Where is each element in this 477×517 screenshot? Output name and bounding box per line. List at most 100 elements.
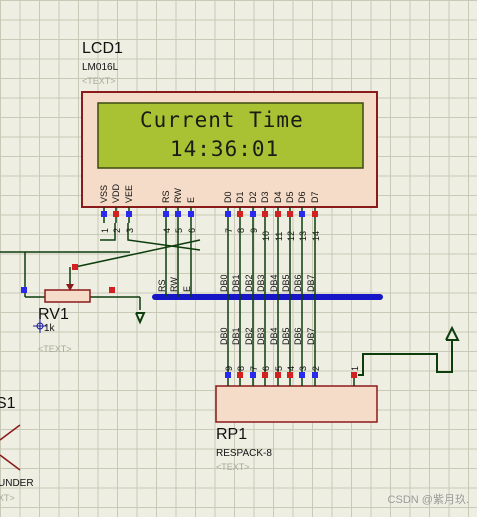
lcd-pin-name-d4: D4 (273, 191, 283, 203)
rp1-pin-number-8: 8 (236, 366, 246, 371)
rp1-net-label-db0: DB0 (219, 327, 229, 345)
rp1-net-label-db6: DB6 (293, 327, 303, 345)
lcd-pin-name-d6: D6 (297, 191, 307, 203)
lcd-net-label-rw: RW (169, 277, 179, 292)
lcd-pin-number-1: 1 (100, 228, 110, 233)
watermark: CSDN @紫月玖. (387, 494, 469, 506)
lcd-pin-number-14: 14 (311, 231, 321, 241)
rp1-pin-number-7: 7 (249, 366, 259, 371)
rp1-pin-marker-6[interactable] (262, 372, 268, 378)
lcd-pin-number-12: 12 (286, 231, 296, 241)
lcd-pin-marker-6[interactable] (188, 211, 194, 217)
rv1-pin-left (21, 287, 27, 293)
lcd-pin-name-d2: D2 (248, 191, 258, 203)
lcd-pin-marker-12[interactable] (287, 211, 293, 217)
lcd-pin-marker-3[interactable] (126, 211, 132, 217)
rp1-net-label-db1: DB1 (231, 327, 241, 345)
partial-ref-label: S1 (0, 395, 16, 412)
lcd-pin-marker-5[interactable] (175, 211, 181, 217)
lcd-pin-marker-14[interactable] (312, 211, 318, 217)
partial-component-label: UNDER (0, 478, 34, 489)
rp1-pin-marker-1[interactable] (351, 372, 357, 378)
rp1-body[interactable] (215, 385, 378, 423)
rp1-pin-number-6: 6 (261, 366, 271, 371)
lcd-pin-number-6: 6 (187, 228, 197, 233)
rp1-ref-label: RP1 (216, 426, 248, 443)
lcd-net-label-db2: DB2 (244, 274, 254, 292)
lcd-net-label-db3: DB3 (256, 274, 266, 292)
lcd-pin-name-d1: D1 (235, 191, 245, 203)
lcd-net-label-db5: DB5 (281, 274, 291, 292)
rp1-net-label-db2: DB2 (244, 327, 254, 345)
partial-component (0, 424, 21, 471)
lcd-pin-name-d3: D3 (260, 191, 270, 203)
lcd-pin-marker-1[interactable] (101, 211, 107, 217)
lcd-pin-number-9: 9 (249, 228, 259, 233)
rp1-pin-marker-4[interactable] (287, 372, 293, 378)
rv1-pin-wiper (72, 264, 78, 270)
lcd-pin-number-3: 3 (125, 228, 135, 233)
rp1-pin-number-4: 4 (286, 366, 296, 371)
lcd-pin-number-8: 8 (236, 228, 246, 233)
lcd-ref-label: LCD1 (82, 40, 123, 57)
lcd-pin-name-d7: D7 (310, 191, 320, 203)
rp1-net-label-db7: DB7 (306, 327, 316, 345)
partial-text-placeholder: XT> (0, 493, 15, 503)
rp1-model-label: RESPACK-8 (216, 448, 272, 459)
lcd-pin-number-7: 7 (224, 228, 234, 233)
lcd-pin-name-vss: VSS (99, 185, 109, 203)
rp1-pin-number-9: 9 (224, 366, 234, 371)
lcd-pin-marker-8[interactable] (237, 211, 243, 217)
rv1-ref-label: RV1 (38, 306, 69, 323)
rp1-pin-marker-9[interactable] (225, 372, 231, 378)
rv1-value-label: 1k (44, 323, 55, 334)
lcd-net-label-db0: DB0 (219, 274, 229, 292)
rv1-text-placeholder: <TEXT> (38, 344, 72, 354)
rp1-pin-marker-5[interactable] (275, 372, 281, 378)
rp1-net-label-db3: DB3 (256, 327, 266, 345)
lcd-pin-marker-2[interactable] (113, 211, 119, 217)
lcd-line-1: Current Time (140, 108, 304, 132)
lcd-pin-name-vee: VEE (124, 185, 134, 203)
rp1-net-label-db4: DB4 (269, 327, 279, 345)
lcd-net-label-rs: RS (157, 279, 167, 292)
lcd-pin-number-4: 4 (162, 228, 172, 233)
rp1-net-label-db5: DB5 (281, 327, 291, 345)
lcd-pin-number-5: 5 (174, 228, 184, 233)
lcd-pin-marker-10[interactable] (262, 211, 268, 217)
lcd-pin-marker-9[interactable] (250, 211, 256, 217)
rp1-pin-number-5: 5 (274, 366, 284, 371)
lcd-pin-marker-13[interactable] (299, 211, 305, 217)
lcd-pin-number-10: 10 (261, 231, 271, 241)
lcd-pin-marker-4[interactable] (163, 211, 169, 217)
rp1-pin-marker-7[interactable] (250, 372, 256, 378)
lcd-pins (103, 207, 316, 223)
rp1-pin-marker-2[interactable] (312, 372, 318, 378)
lcd-net-label-db6: DB6 (293, 274, 303, 292)
lcd-pin-name-rs: RS (161, 190, 171, 203)
lcd-pin-marker-11[interactable] (275, 211, 281, 217)
lcd-pin-number-13: 13 (298, 231, 308, 241)
power-arrow-icon (358, 325, 460, 376)
lcd-net-label-db7: DB7 (306, 274, 316, 292)
lcd-pin-name-d0: D0 (223, 191, 233, 203)
rv1-pin-right (109, 287, 115, 293)
rp1-pin-marker-3[interactable] (299, 372, 305, 378)
lcd-net-label-e: E (182, 286, 192, 292)
rp1-pin-number-3: 3 (298, 366, 308, 371)
rp1-pin-number-1: 1 (350, 366, 360, 371)
lcd-pin-name-rw: RW (173, 188, 183, 203)
lcd-text-placeholder: <TEXT> (82, 76, 116, 86)
lcd-pin-number-11: 11 (274, 232, 284, 241)
rp1-pin-marker-8[interactable] (237, 372, 243, 378)
ground-icon (135, 312, 146, 325)
lcd-pin-name-vdd: VDD (111, 183, 121, 203)
lcd-model-label: LM016L (82, 62, 119, 73)
rp1-text-placeholder: <TEXT> (216, 462, 250, 472)
rv1-body[interactable] (44, 289, 91, 303)
lcd-pin-marker-7[interactable] (225, 211, 231, 217)
lcd-pin-name-d5: D5 (285, 191, 295, 203)
lcd-pin-name-e: E (186, 197, 196, 203)
lcd-pin-number-2: 2 (112, 228, 122, 233)
rp1-pin-number-2: 2 (311, 366, 321, 371)
